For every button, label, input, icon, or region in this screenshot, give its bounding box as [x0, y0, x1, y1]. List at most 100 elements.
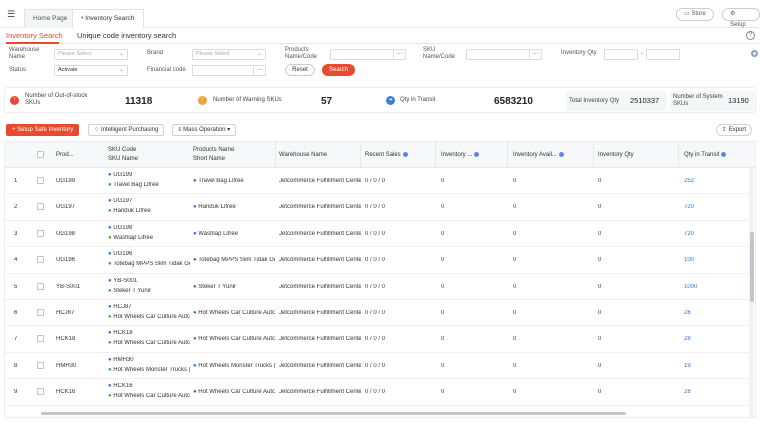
table-row[interactable]: 8 HMH30 ● HMH30 ● Hot Wheels Monster Trucks…: [5, 353, 750, 380]
row-checkbox[interactable]: [37, 282, 44, 290]
info-icon[interactable]: [721, 152, 727, 157]
table-row[interactable]: 5 YB-S001 ● YB-S001 ● Steker T Yunir ● Steke…: [5, 274, 750, 300]
help-icon[interactable]: ?: [746, 31, 755, 40]
table-row[interactable]: 2 UG197 ● UG197 ● Handuk Lifree ● Handuk Lif…: [5, 194, 750, 221]
recent-sales: 0 / 0 / 0: [365, 204, 386, 211]
filter-settings-gear-icon[interactable]: [751, 50, 758, 57]
qty-in-transit-link[interactable]: 19: [684, 363, 691, 370]
sku-code: ● UG199: [108, 172, 190, 179]
subtab-inventory-search[interactable]: Inventory Search: [6, 31, 63, 40]
warehouse-select[interactable]: Please Select ⌄: [54, 49, 128, 60]
info-icon[interactable]: [402, 152, 408, 157]
setup-safe-inventory-button[interactable]: + Setup Safe Inventory: [6, 124, 80, 136]
total-inventory-value: 2510337: [630, 96, 660, 105]
row-checkbox[interactable]: [37, 256, 44, 264]
row-checkbox[interactable]: [37, 388, 44, 396]
reset-button[interactable]: Reset: [285, 64, 315, 76]
chevron-down-icon: ⌄: [118, 51, 124, 57]
financial-more-button[interactable]: ...: [254, 65, 266, 76]
transit-value[interactable]: 6583210: [494, 96, 533, 107]
table-row[interactable]: 1 UG199 ● UG199 ● Travel Bag Lifree ● Travel…: [5, 168, 750, 195]
products-more-button[interactable]: ...: [394, 49, 406, 60]
intelligent-purchasing-button[interactable]: ♢ Intelligent Purchasing: [88, 124, 165, 136]
active-tab-indicator: [6, 42, 59, 44]
row-checkbox[interactable]: [37, 361, 44, 369]
status-label: Status: [9, 67, 27, 73]
select-all-checkbox[interactable]: [37, 151, 44, 158]
warehouse-name: Jetcommerce Fulfillment Cente: [279, 204, 361, 211]
warehouse-name: Jetcommerce Fulfillment Cente: [279, 310, 361, 316]
tab-inventory-search[interactable]: • Inventory Search ×: [72, 9, 144, 39]
inventory-qty-max-input[interactable]: [646, 49, 680, 60]
financial-code-input[interactable]: [192, 65, 254, 76]
row-checkbox[interactable]: [37, 309, 44, 316]
row-number: 8: [14, 362, 18, 369]
row-checkbox[interactable]: [37, 335, 44, 343]
sku-name-text: Hot Wheels Car Culture Autc: [113, 340, 190, 347]
sku-more-button[interactable]: ...: [530, 49, 542, 60]
warehouse-name: Jetcommerce Fulfillment Cente: [279, 230, 361, 237]
table-row[interactable]: 6 HCJ87 ● HCJ87 ● Hot Wheels Car Culture Au…: [5, 300, 750, 327]
inventory-qty: 0: [598, 336, 602, 343]
table-row[interactable]: 3 UG198 ● UG198 ● Washlap Lifree ● Washlap L…: [5, 221, 750, 248]
status-select[interactable]: Activate ⌄: [54, 65, 128, 76]
products-name-code-input[interactable]: [330, 49, 394, 60]
inventory-qty-min-input[interactable]: [604, 49, 638, 60]
store-button[interactable]: ▭ Store: [676, 8, 714, 21]
col-product[interactable]: Prod...: [56, 152, 74, 159]
row-checkbox[interactable]: [37, 229, 44, 237]
qty-in-transit-link[interactable]: 28: [684, 336, 691, 343]
vertical-scrollbar-thumb[interactable]: [750, 232, 754, 302]
brand-select[interactable]: Please Select ⌄: [192, 49, 266, 60]
qty-in-transit-link[interactable]: 720: [684, 231, 694, 238]
menu-toggle-icon[interactable]: ☰: [7, 10, 16, 19]
warehouse-name: Jetcommerce Fulfillment Cente: [279, 178, 361, 184]
sku-code-text: HCK16: [113, 383, 133, 390]
col-inventory: Inventory ...: [441, 152, 480, 159]
qty-in-transit-link[interactable]: 720: [684, 204, 694, 211]
export-button[interactable]: ⇪ Export: [716, 124, 753, 136]
sku-code-text: UG199: [113, 172, 133, 178]
sku-name-text: Travel Bag Lifree: [113, 182, 159, 188]
inventory-available: 0: [513, 362, 517, 369]
sku-code: ● UG198: [108, 225, 190, 232]
qty-in-transit-link[interactable]: 28: [684, 389, 691, 396]
row-number: 6: [14, 310, 18, 316]
total-inventory-box: Total Inventory Qty 2510337: [566, 91, 667, 111]
column-divider: [678, 142, 679, 168]
qty-in-transit-link[interactable]: 252: [684, 178, 694, 185]
warning-value[interactable]: 57: [321, 96, 332, 107]
recent-sales: 0 / 0 / 0: [365, 283, 386, 290]
search-button[interactable]: Search: [322, 64, 355, 76]
qty-in-transit-link[interactable]: 1000: [684, 284, 697, 291]
info-icon[interactable]: [474, 152, 480, 157]
tab-home-page[interactable]: Home Page: [24, 9, 77, 28]
row-checkbox[interactable]: [37, 203, 44, 211]
sku-name-code-label: SKU Name/Code: [423, 47, 456, 60]
setup-button[interactable]: ⚙ Setup: [722, 8, 760, 28]
table-row[interactable]: 9 HCK16 ● HCK16 ● Hot Wheels Car Culture Au…: [5, 379, 750, 406]
sku-code-text: YB-S001: [113, 277, 138, 284]
horizontal-scrollbar-thumb[interactable]: [41, 412, 626, 415]
mass-operation-button[interactable]: ≡ Mass Operation ▾: [172, 124, 237, 136]
table-row[interactable]: 7 HCK18 ● HCK18 ● Hot Wheels Car Culture Au…: [5, 326, 750, 353]
inventory-avail-label: Inventory Avail...: [513, 152, 557, 159]
short-name: ● Washlap Lifree: [193, 231, 275, 238]
export-icon: ⇪: [722, 127, 729, 133]
sku-name-code-input[interactable]: [466, 49, 530, 60]
qty-in-transit-link[interactable]: 100: [684, 257, 694, 264]
qty-in-transit-link[interactable]: 28: [684, 310, 691, 317]
sku-name: ● Handuk Lifree: [108, 208, 190, 215]
subtab-unique-code-search[interactable]: Unique code inventory search: [77, 31, 176, 40]
inventory-qty: 0: [598, 310, 602, 316]
inventory-qty: 0: [598, 178, 602, 184]
info-icon[interactable]: [558, 152, 564, 157]
col-inventory-qty: Inventory Qty: [598, 152, 634, 158]
table-row[interactable]: 4 UG196 ● UG196 ● Totebag MPPS Slim Tidak G…: [5, 247, 750, 274]
inventory-available: 0: [513, 178, 517, 184]
out-of-stock-value[interactable]: 11318: [125, 96, 152, 107]
row-checkbox[interactable]: [37, 177, 44, 184]
sku-name-text: Steker T Yunir: [113, 287, 151, 294]
row-number: 3: [14, 230, 18, 237]
inventory: 0: [441, 257, 445, 264]
